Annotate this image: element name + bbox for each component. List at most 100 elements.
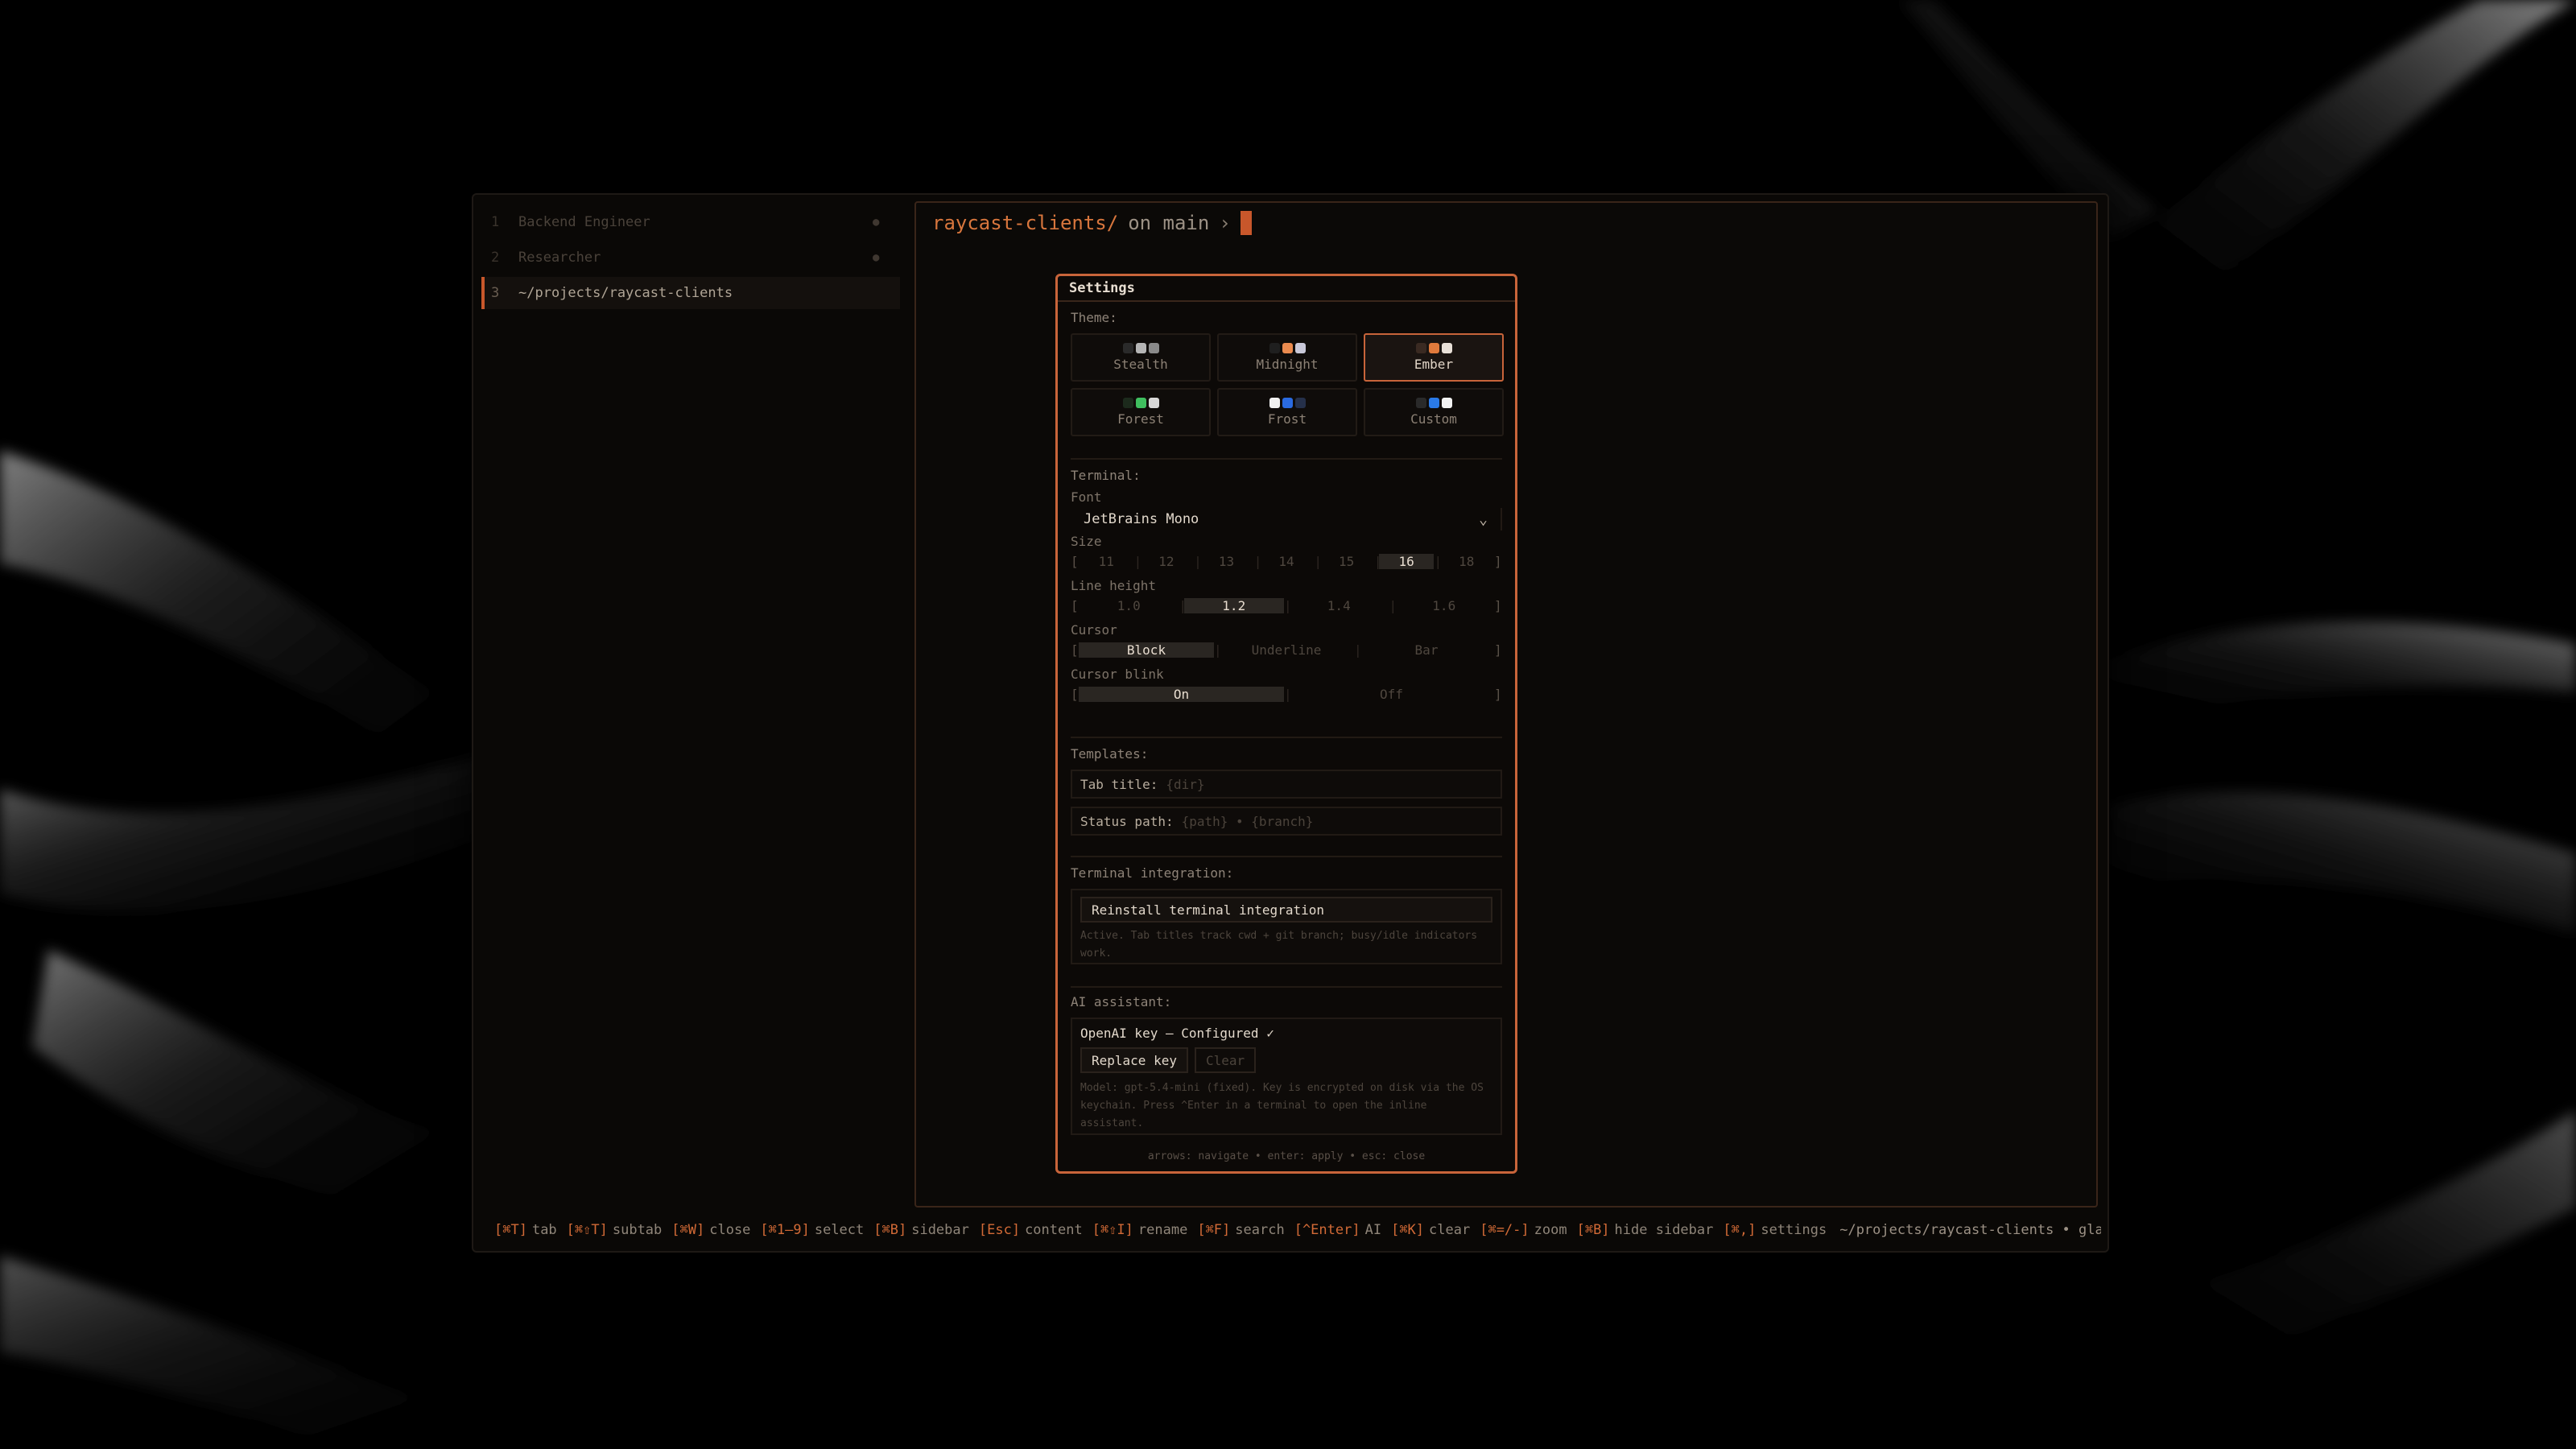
- font-label: Font: [1071, 489, 1102, 505]
- color-swatch: [1122, 398, 1133, 408]
- cursor-style-option[interactable]: Underline: [1219, 642, 1354, 658]
- ai-label: AI assistant:: [1071, 994, 1172, 1009]
- theme-option-custom[interactable]: Custom: [1364, 388, 1504, 436]
- tab-title-label: Tab title:: [1080, 776, 1158, 792]
- size-option[interactable]: 12: [1139, 554, 1195, 569]
- shortcut-label: settings: [1761, 1222, 1827, 1238]
- shortcut-hint: [Esc] content: [979, 1222, 1083, 1238]
- prompt-branch: on main: [1128, 212, 1210, 234]
- templates-section: Templates: Tab title: {dir} Status path:…: [1071, 746, 1502, 836]
- shortcut-hint: [⌘1–9] select: [760, 1222, 864, 1238]
- size-option[interactable]: 14: [1259, 554, 1315, 569]
- theme-swatches: [1415, 343, 1452, 353]
- color-swatch: [1428, 343, 1439, 353]
- bracket-right: ]: [1494, 686, 1502, 702]
- font-select[interactable]: JetBrains Mono ⌄: [1071, 508, 1502, 530]
- size-option[interactable]: 13: [1199, 554, 1254, 569]
- shortcut-label: zoom: [1534, 1222, 1567, 1238]
- divider: [1071, 856, 1502, 857]
- theme-name: Midnight: [1256, 357, 1319, 372]
- shortcut-hint: [⌘K] clear: [1391, 1222, 1470, 1238]
- shortcut-key: [⌘T]: [494, 1222, 527, 1238]
- color-swatch: [1148, 343, 1159, 353]
- cursor-caret: [1240, 211, 1252, 235]
- shortcut-label: rename: [1137, 1222, 1188, 1238]
- line-height-option[interactable]: 1.2: [1183, 597, 1284, 613]
- shortcut-label: search: [1235, 1222, 1285, 1238]
- size-option[interactable]: 18: [1439, 554, 1494, 569]
- color-swatch: [1282, 398, 1293, 408]
- busy-indicator-icon: ●: [873, 251, 880, 264]
- reinstall-integration-button[interactable]: Reinstall terminal integration: [1080, 897, 1492, 923]
- sidebar-item-backend-engineer[interactable]: 1 Backend Engineer ●: [481, 206, 897, 238]
- shortcut-label: subtab: [612, 1222, 663, 1238]
- theme-swatches: [1269, 343, 1306, 353]
- sidebar-item-researcher[interactable]: 2 Researcher ●: [481, 242, 897, 274]
- color-swatch: [1441, 398, 1452, 408]
- shortcut-key: [^Enter]: [1294, 1222, 1360, 1238]
- status-path-field[interactable]: Status path: {path} • {branch}: [1071, 807, 1502, 836]
- shortcut-label: hide sidebar: [1614, 1222, 1714, 1238]
- ai-assistant-section: AI assistant: OpenAI key — Configured ✓ …: [1071, 994, 1502, 1135]
- theme-swatches: [1122, 398, 1159, 408]
- clear-key-button[interactable]: Clear: [1194, 1047, 1257, 1073]
- shortcut-key: [Esc]: [978, 1222, 1021, 1238]
- theme-option-forest[interactable]: Forest: [1071, 388, 1211, 436]
- replace-key-button[interactable]: Replace key: [1080, 1047, 1188, 1073]
- cursor-blink-option[interactable]: On: [1079, 686, 1284, 702]
- sidebar-item-number: 1: [491, 214, 500, 230]
- shortcut-label: tab: [531, 1222, 557, 1238]
- shortcut-hint: [⌘B] sidebar: [873, 1222, 969, 1238]
- cursor-blink-option[interactable]: Off: [1289, 687, 1494, 702]
- status-path: ~/projects/raycast-clients • glaze: [1839, 1222, 2101, 1238]
- theme-name: Custom: [1410, 411, 1457, 427]
- bracket-left: [: [1071, 553, 1079, 569]
- shortcut-hint: [^Enter] AI: [1294, 1222, 1381, 1238]
- size-option[interactable]: 11: [1079, 554, 1134, 569]
- cursor-style-option[interactable]: Bar: [1359, 642, 1494, 658]
- sidebar-item-number: 2: [491, 250, 500, 266]
- shortcut-label: select: [814, 1222, 865, 1238]
- color-swatch: [1282, 343, 1293, 353]
- color-swatch: [1269, 343, 1280, 353]
- shortcut-key: [⌘1–9]: [760, 1222, 810, 1238]
- theme-option-ember[interactable]: Ember: [1364, 333, 1504, 382]
- cursor-style-option[interactable]: Block: [1079, 642, 1214, 658]
- color-swatch: [1415, 343, 1426, 353]
- sidebar-item-raycast-clients[interactable]: 3 ~/projects/raycast-clients: [481, 277, 900, 309]
- size-selector: [11 | 12 | 13 | 14 | 15 | 16 | 18]: [1071, 552, 1502, 570]
- openai-key-status: OpenAI key — Configured ✓: [1080, 1026, 1274, 1041]
- ai-key-box: OpenAI key — Configured ✓ Replace key Cl…: [1071, 1018, 1502, 1135]
- bracket-left: [: [1071, 597, 1079, 613]
- shortcut-key: [⌘K]: [1391, 1222, 1425, 1238]
- prompt-directory: raycast-clients/: [932, 212, 1119, 234]
- shortcut-hint: [⌘W] close: [671, 1222, 750, 1238]
- ai-note: Model: gpt-5.4-mini (fixed). Key is encr…: [1080, 1082, 1484, 1129]
- shortcut-label: sidebar: [911, 1222, 969, 1238]
- size-option[interactable]: 15: [1319, 554, 1374, 569]
- theme-name: Frost: [1267, 411, 1307, 427]
- theme-option-midnight[interactable]: Midnight: [1217, 333, 1357, 382]
- tab-title-field[interactable]: Tab title: {dir}: [1071, 770, 1502, 799]
- shortcut-key: [⌘B]: [1576, 1222, 1610, 1238]
- line-height-option[interactable]: 1.0: [1079, 598, 1179, 613]
- shell-prompt: raycast-clients/ on main ›: [932, 211, 1252, 235]
- size-option[interactable]: 16: [1378, 553, 1435, 569]
- shortcut-hint: [⌘B] hide sidebar: [1577, 1222, 1714, 1238]
- color-swatch: [1415, 398, 1426, 408]
- line-height-option[interactable]: 1.4: [1289, 598, 1389, 613]
- status-path-value: {path} • {branch}: [1181, 813, 1314, 829]
- shortcut-key: [⌘,]: [1723, 1222, 1757, 1238]
- integration-label: Terminal integration:: [1071, 865, 1234, 881]
- size-label: Size: [1071, 534, 1102, 549]
- line-height-option[interactable]: 1.6: [1394, 598, 1495, 613]
- shortcut-hint: [⌘⇧T] subtab: [567, 1222, 663, 1238]
- terminal-settings-section: Terminal: Font JetBrains Mono ⌄ Size [11…: [1071, 468, 1502, 703]
- theme-option-stealth[interactable]: Stealth: [1071, 333, 1211, 382]
- theme-option-frost[interactable]: Frost: [1217, 388, 1357, 436]
- keyboard-hint: arrows: navigate • enter: apply • esc: c…: [1147, 1150, 1426, 1162]
- integration-note: Active. Tab titles track cwd + git branc…: [1080, 930, 1478, 960]
- cursor-blink-selector: [On | Off]: [1071, 685, 1502, 703]
- bracket-right: ]: [1494, 642, 1502, 658]
- color-swatch: [1428, 398, 1439, 408]
